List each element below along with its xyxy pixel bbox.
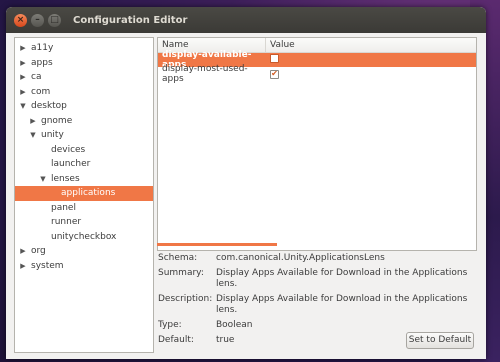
tree-item-gnome[interactable]: ▶ gnome bbox=[15, 114, 153, 129]
expanded-arrow-icon[interactable]: ▼ bbox=[39, 172, 47, 187]
tree-item-label: desktop bbox=[31, 101, 67, 111]
title-bar: × – □ Configuration Editor bbox=[6, 7, 486, 33]
key-value-cell: ✔ bbox=[266, 69, 279, 79]
key-value-cell bbox=[266, 54, 279, 66]
maximize-icon: □ bbox=[50, 14, 59, 25]
type-label: Type: bbox=[158, 320, 182, 330]
default-label: Default: bbox=[158, 335, 194, 345]
schema-tree[interactable]: ▶ a11y ▶ apps ▶ ca ▶ com ▼ desktop ▶ gnome ▼ unity dev… bbox=[14, 37, 154, 353]
window-title: Configuration Editor bbox=[73, 14, 188, 26]
tree-item-label: apps bbox=[31, 57, 53, 68]
description-label: Description: bbox=[158, 294, 213, 304]
collapsed-arrow-icon[interactable]: ▶ bbox=[19, 85, 27, 100]
table-body: display-available-apps display-most-used-… bbox=[158, 50, 476, 84]
collapsed-arrow-icon[interactable]: ▶ bbox=[19, 244, 27, 259]
collapsed-arrow-icon[interactable]: ▶ bbox=[19, 56, 27, 71]
minimize-window-button[interactable]: – bbox=[31, 13, 44, 27]
tree-item-label: applications bbox=[61, 188, 116, 198]
tree-item-label: launcher bbox=[51, 159, 91, 169]
tree-item-label: devices bbox=[51, 144, 86, 155]
schema-row: Schema: com.canonical.Unity.Applications… bbox=[158, 253, 483, 264]
tree-item-desktop[interactable]: ▼ desktop bbox=[15, 99, 153, 114]
set-to-default-button[interactable]: Set to Default bbox=[406, 332, 474, 349]
collapsed-arrow-icon[interactable]: ▶ bbox=[19, 259, 27, 274]
tree-item-label: unitycheckbox bbox=[51, 231, 117, 242]
tree-item-applications[interactable]: applications bbox=[15, 186, 153, 201]
key-name: display-most-used-apps bbox=[162, 64, 248, 84]
tree-item-label: ca bbox=[31, 72, 42, 82]
tree-item-runner[interactable]: runner bbox=[15, 215, 153, 230]
tree-item-label: unity bbox=[41, 130, 64, 140]
tree-item-launcher[interactable]: launcher bbox=[15, 157, 153, 172]
tree-item-label: com bbox=[31, 86, 51, 97]
table-scroll-indicator bbox=[157, 243, 277, 246]
tree-item-label: runner bbox=[51, 217, 82, 227]
tree-item-label: gnome bbox=[41, 115, 73, 126]
close-icon: × bbox=[16, 14, 25, 25]
close-window-button[interactable]: × bbox=[14, 13, 27, 27]
minimize-icon: – bbox=[35, 14, 40, 25]
tree-item-label: lenses bbox=[51, 173, 80, 184]
tree-item-unity[interactable]: ▼ unity bbox=[15, 128, 153, 143]
tree-item-label: system bbox=[31, 260, 64, 271]
tree-item-org[interactable]: ▶ org bbox=[15, 244, 153, 259]
schema-value: com.canonical.Unity.ApplicationsLens bbox=[216, 253, 385, 263]
column-header-value[interactable]: Value bbox=[266, 38, 295, 52]
tree-item-label: org bbox=[31, 246, 46, 256]
summary-label: Summary: bbox=[158, 268, 204, 278]
type-value: Boolean bbox=[216, 320, 253, 330]
tree-item-a11y[interactable]: ▶ a11y bbox=[15, 41, 153, 56]
tree-item-label: panel bbox=[51, 202, 76, 213]
value-checkbox[interactable]: ✔ bbox=[270, 69, 279, 79]
table-row[interactable]: display-most-used-apps ✔ bbox=[158, 64, 476, 84]
expanded-arrow-icon[interactable]: ▼ bbox=[19, 99, 27, 114]
tree-item-unitycheckbox[interactable]: unitycheckbox bbox=[15, 230, 153, 245]
window-body: ▶ a11y ▶ apps ▶ ca ▶ com ▼ desktop ▶ gnome ▼ unity dev… bbox=[6, 33, 486, 359]
value-checkbox[interactable] bbox=[270, 54, 279, 63]
tree-item-devices[interactable]: devices bbox=[15, 143, 153, 158]
description-value: Display Apps Available for Download in t… bbox=[216, 294, 468, 315]
type-row: Type: Boolean bbox=[158, 320, 483, 331]
collapsed-arrow-icon[interactable]: ▶ bbox=[29, 114, 37, 129]
maximize-window-button[interactable]: □ bbox=[48, 13, 61, 27]
collapsed-arrow-icon[interactable]: ▶ bbox=[19, 70, 27, 85]
configuration-editor-window: × – □ Configuration Editor ▶ a11y ▶ apps ▶ ca… bbox=[6, 7, 486, 359]
tree-item-label: a11y bbox=[31, 43, 54, 53]
summary-value: Display Apps Available for Download in t… bbox=[216, 268, 468, 289]
tree-item-apps[interactable]: ▶ apps bbox=[15, 56, 153, 71]
tree-item-panel[interactable]: panel bbox=[15, 201, 153, 216]
tree-item-lenses[interactable]: ▼ lenses bbox=[15, 172, 153, 187]
tree-item-com[interactable]: ▶ com bbox=[15, 85, 153, 100]
description-row: Description: Display Apps Available for … bbox=[158, 294, 483, 316]
collapsed-arrow-icon[interactable]: ▶ bbox=[19, 41, 27, 56]
tree-item-system[interactable]: ▶ system bbox=[15, 259, 153, 274]
tree-item-ca[interactable]: ▶ ca bbox=[15, 70, 153, 85]
schema-label: Schema: bbox=[158, 253, 198, 263]
summary-row: Summary: Display Apps Available for Down… bbox=[158, 268, 483, 290]
expanded-arrow-icon[interactable]: ▼ bbox=[29, 128, 37, 143]
keys-table: Name Value display-available-apps display… bbox=[157, 37, 477, 251]
